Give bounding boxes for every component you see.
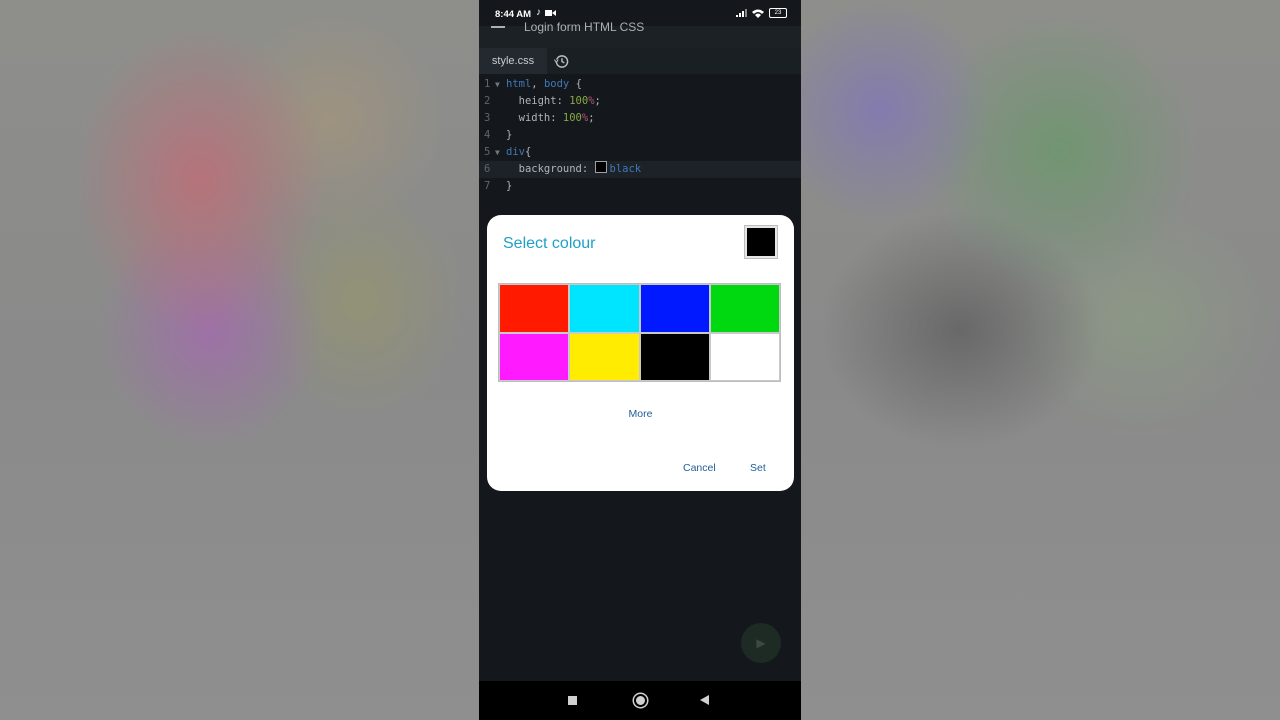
color-swatch-cyan[interactable] [569,284,640,333]
selected-color-preview [744,225,778,259]
code-text: div{ [506,146,532,158]
run-button[interactable]: ▶ [741,623,781,663]
back-icon[interactable] [700,695,709,705]
code-line: 3 width: 100%; [479,110,801,127]
notification-icons: ♪ [536,7,556,18]
code-text: height: 100%; [506,95,601,107]
signal-icon [736,9,747,17]
line-number: 6 [484,163,491,175]
line-number: 4 [484,129,491,141]
app-bar: Login form HTML CSS [479,20,801,48]
tiktok-icon: ♪ [536,7,541,18]
code-line: 7 } [479,178,801,195]
set-button[interactable]: Set [750,462,766,474]
code-editor[interactable]: 1 ▼ html, body { 2 height: 100%; 3 width… [479,76,801,195]
tab-bar: style.css [479,48,801,74]
code-line-active: 6 background: black [479,161,801,178]
cancel-button[interactable]: Cancel [683,462,716,474]
color-swatch-red[interactable] [499,284,570,333]
line-number: 7 [484,180,491,192]
color-swatch-yellow[interactable] [569,332,640,381]
code-line: 1 ▼ html, body { [479,76,801,93]
wifi-icon [752,9,764,18]
play-icon: ▶ [756,636,766,650]
color-swatch-magenta[interactable] [499,332,570,381]
color-swatch-inline[interactable] [594,161,607,173]
code-text: } [506,129,513,141]
tab-style-css[interactable]: style.css [479,48,547,74]
color-swatch-white[interactable] [709,332,780,381]
line-number: 3 [484,112,491,124]
video-camera-icon [545,9,556,16]
code-text: html, body { [506,78,582,90]
select-colour-dialog: Select colour More Cancel Set [487,215,794,491]
dialog-title: Select colour [503,235,596,252]
code-line: 4 } [479,127,801,144]
history-icon[interactable] [554,54,569,69]
color-swatch-green[interactable] [709,284,780,333]
navigation-bar [479,681,801,720]
color-swatch-blue[interactable] [639,284,710,333]
fold-icon[interactable]: ▼ [495,76,500,93]
system-icons: 23 [736,8,787,18]
code-line: 5 ▼ div{ [479,144,801,161]
fold-icon[interactable]: ▼ [495,144,500,161]
color-swatch-black[interactable] [639,332,710,381]
home-icon[interactable] [634,694,647,707]
line-number: 2 [484,95,491,107]
status-time: 8:44 AM [495,9,532,20]
more-button[interactable]: More [487,408,794,420]
recents-icon[interactable] [568,696,577,705]
app-title: Login form HTML CSS [524,20,645,34]
code-text: } [506,180,513,192]
menu-icon[interactable] [491,26,505,28]
battery-icon: 23 [769,8,787,18]
code-text: width: 100%; [506,112,595,124]
code-text: background: black [506,161,642,175]
code-line: 2 height: 100%; [479,93,801,110]
color-palette [498,283,781,382]
